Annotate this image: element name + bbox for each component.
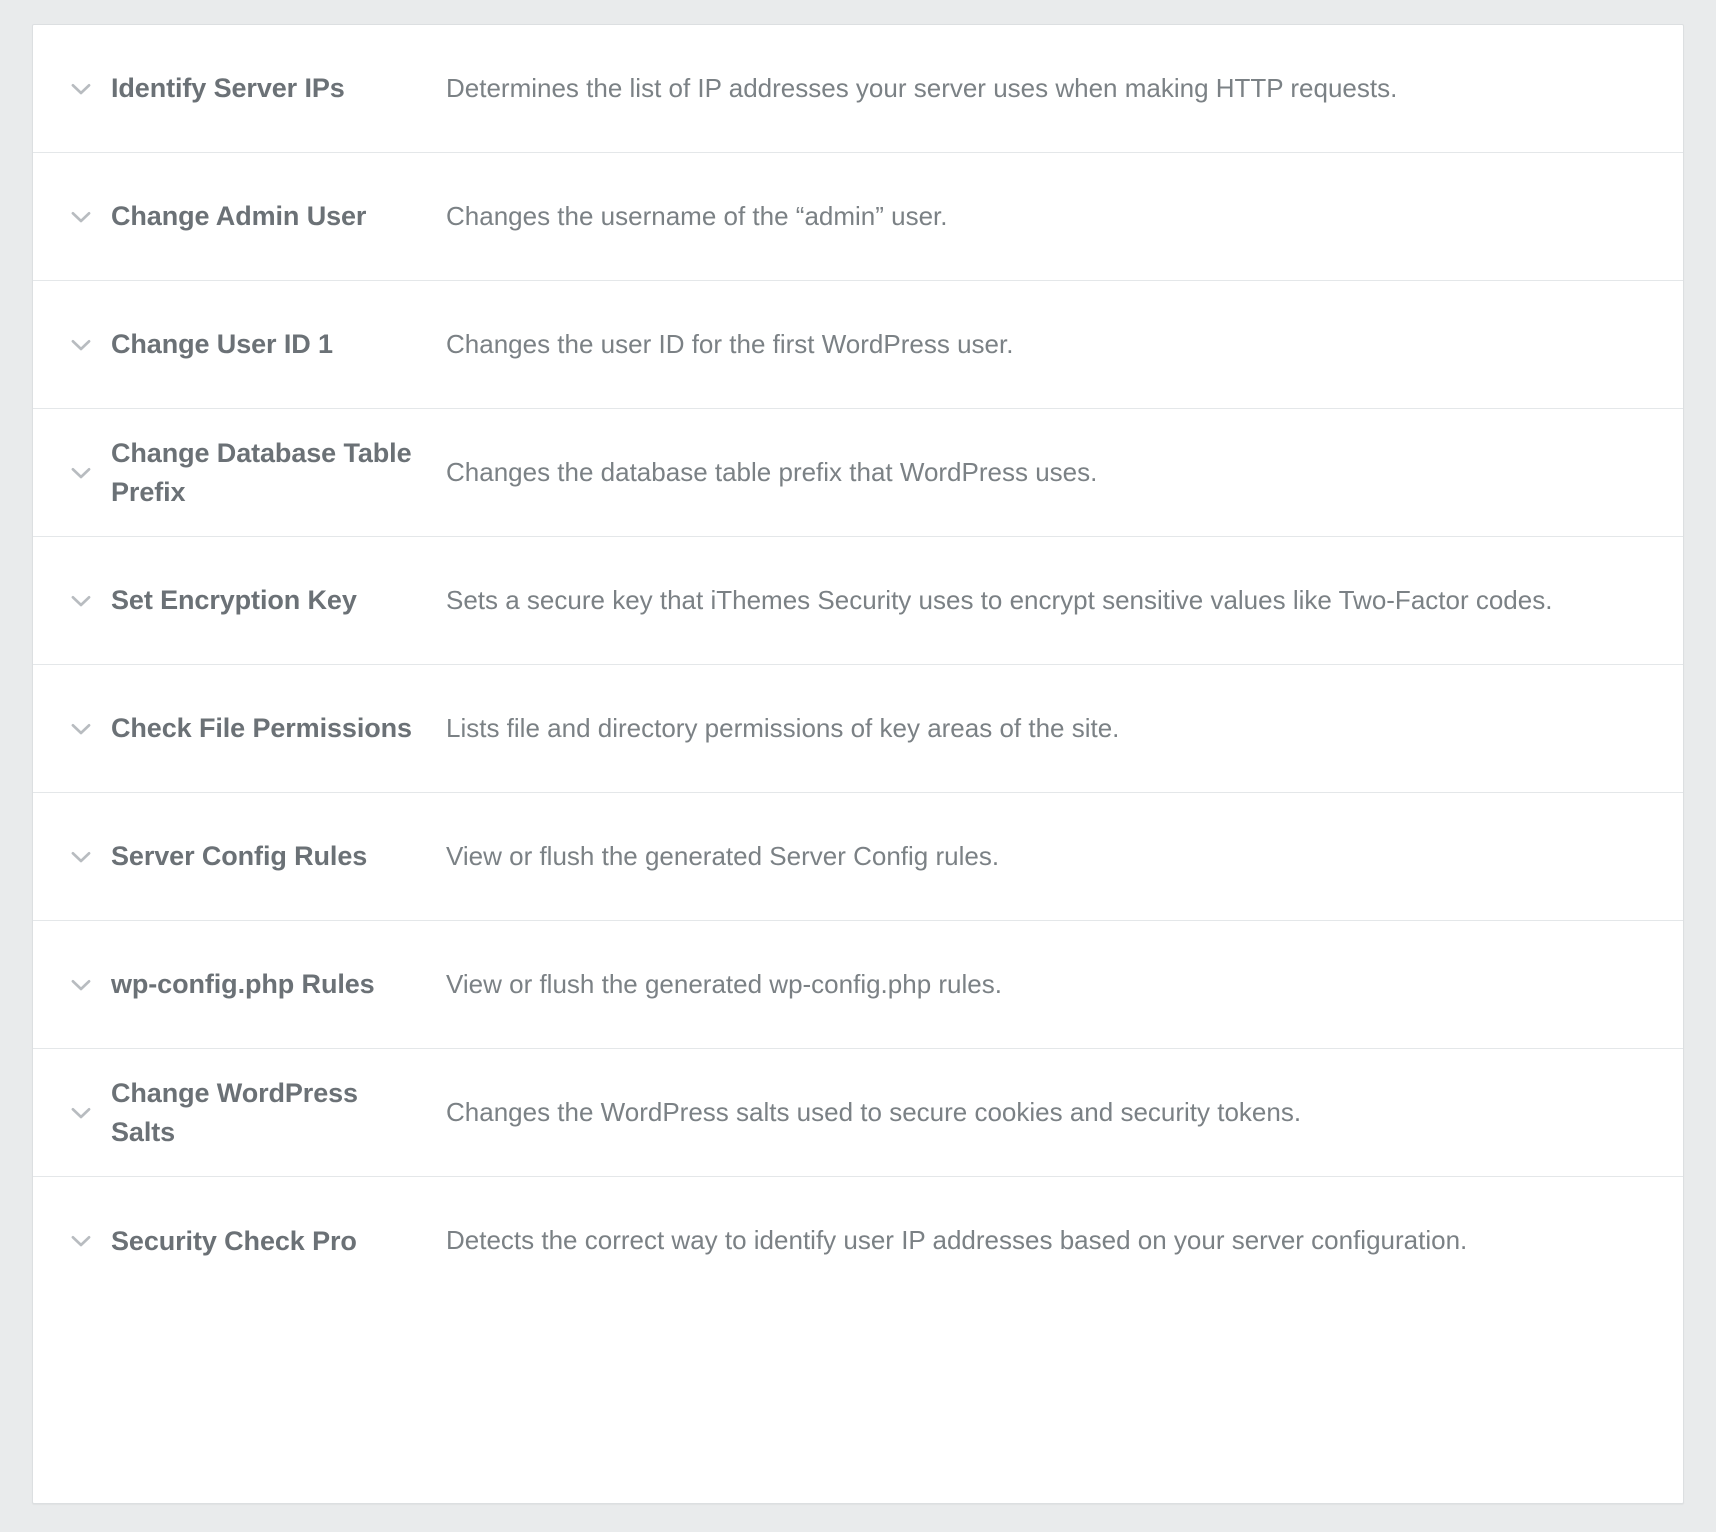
chevron-down-icon[interactable]	[66, 330, 96, 360]
tool-title-cell: wp-config.php Rules	[111, 965, 446, 1003]
tool-row[interactable]: Set Encryption Key Sets a secure key tha…	[33, 537, 1683, 665]
tool-row[interactable]: Change User ID 1 Changes the user ID for…	[33, 281, 1683, 409]
tool-description: View or flush the generated wp-config.ph…	[446, 968, 1002, 999]
tool-row[interactable]: Change Admin User Changes the username o…	[33, 153, 1683, 281]
tool-row-toggle[interactable]	[33, 970, 111, 1000]
tool-row[interactable]: Change WordPress Salts Changes the WordP…	[33, 1049, 1683, 1177]
tool-title-cell: Server Config Rules	[111, 837, 446, 875]
tool-row[interactable]: Identify Server IPs Determines the list …	[33, 25, 1683, 153]
tool-description: Changes the WordPress salts used to secu…	[446, 1096, 1302, 1127]
tool-row-toggle[interactable]	[33, 202, 111, 232]
chevron-down-icon[interactable]	[66, 714, 96, 744]
tool-description-cell: Changes the WordPress salts used to secu…	[446, 1095, 1659, 1131]
tool-description-cell: Detects the correct way to identify user…	[446, 1223, 1659, 1259]
tool-description-cell: Changes the database table prefix that W…	[446, 455, 1659, 491]
tool-title: wp-config.php Rules	[111, 969, 375, 1000]
tool-title-cell: Check File Permissions	[111, 709, 446, 747]
chevron-down-icon[interactable]	[66, 458, 96, 488]
tool-description-cell: Determines the list of IP addresses your…	[446, 71, 1659, 107]
tool-row-toggle[interactable]	[33, 586, 111, 616]
tool-description: Determines the list of IP addresses your…	[446, 72, 1398, 103]
tool-row-toggle[interactable]	[33, 1098, 111, 1128]
tool-title: Check File Permissions	[111, 713, 412, 744]
tool-description-cell: View or flush the generated Server Confi…	[446, 839, 1659, 875]
tool-description-cell: Sets a secure key that iThemes Security …	[446, 583, 1659, 619]
tool-description-cell: Changes the username of the “admin” user…	[446, 199, 1659, 235]
tool-title-cell: Identify Server IPs	[111, 69, 446, 107]
chevron-down-icon[interactable]	[66, 586, 96, 616]
tool-title-cell: Change User ID 1	[111, 325, 446, 363]
tool-description-cell: Lists file and directory permissions of …	[446, 711, 1659, 747]
tool-description: Sets a secure key that iThemes Security …	[446, 584, 1553, 615]
chevron-down-icon[interactable]	[66, 1098, 96, 1128]
tool-description-cell: Changes the user ID for the first WordPr…	[446, 327, 1659, 363]
tool-title-cell: Set Encryption Key	[111, 581, 446, 619]
tool-description: Changes the user ID for the first WordPr…	[446, 328, 1014, 359]
tool-title: Security Check Pro	[111, 1225, 357, 1256]
tool-title: Change Admin User	[111, 201, 367, 232]
tool-description: View or flush the generated Server Confi…	[446, 840, 1000, 871]
tool-row[interactable]: Check File Permissions Lists file and di…	[33, 665, 1683, 793]
page-container: Identify Server IPs Determines the list …	[0, 0, 1716, 1532]
tool-description-cell: View or flush the generated wp-config.ph…	[446, 967, 1659, 1003]
chevron-down-icon[interactable]	[66, 74, 96, 104]
tool-row-toggle[interactable]	[33, 714, 111, 744]
chevron-down-icon[interactable]	[66, 202, 96, 232]
chevron-down-icon[interactable]	[66, 970, 96, 1000]
tool-row-toggle[interactable]	[33, 74, 111, 104]
tool-title-cell: Change Admin User	[111, 197, 446, 235]
chevron-down-icon[interactable]	[66, 1226, 96, 1256]
tool-title: Change Database Table Prefix	[111, 438, 412, 507]
tool-row[interactable]: Server Config Rules View or flush the ge…	[33, 793, 1683, 921]
tool-title: Server Config Rules	[111, 841, 368, 872]
tool-row[interactable]: Security Check Pro Detects the correct w…	[33, 1177, 1683, 1305]
tool-title: Identify Server IPs	[111, 73, 345, 104]
chevron-down-icon[interactable]	[66, 842, 96, 872]
tool-description: Detects the correct way to identify user…	[446, 1225, 1468, 1256]
tool-description: Changes the database table prefix that W…	[446, 456, 1098, 487]
tool-title: Change WordPress Salts	[111, 1078, 358, 1147]
tool-description: Lists file and directory permissions of …	[446, 712, 1120, 743]
tool-row-toggle[interactable]	[33, 330, 111, 360]
tool-row-toggle[interactable]	[33, 842, 111, 872]
tool-title: Set Encryption Key	[111, 585, 357, 616]
tool-title-cell: Security Check Pro	[111, 1222, 446, 1260]
tool-title: Change User ID 1	[111, 329, 333, 360]
tool-title-cell: Change WordPress Salts	[111, 1074, 446, 1151]
tool-description: Changes the username of the “admin” user…	[446, 200, 948, 231]
tool-row[interactable]: wp-config.php Rules View or flush the ge…	[33, 921, 1683, 1049]
tool-row-toggle[interactable]	[33, 458, 111, 488]
tool-row[interactable]: Change Database Table Prefix Changes the…	[33, 409, 1683, 537]
tools-list-card: Identify Server IPs Determines the list …	[32, 24, 1684, 1504]
tool-row-toggle[interactable]	[33, 1226, 111, 1256]
tool-title-cell: Change Database Table Prefix	[111, 434, 446, 511]
